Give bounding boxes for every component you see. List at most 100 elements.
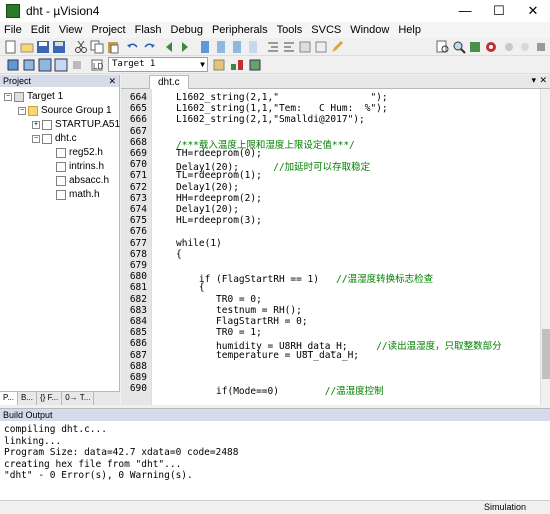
debug-session-icon[interactable] [484, 40, 498, 54]
code-line[interactable]: if (FlagStartRH == 1) //温湿度转换标志检查 [176, 271, 433, 285]
tree-target[interactable]: − Target 1 [4, 91, 63, 102]
tab-templates[interactable]: 0→ T... [62, 392, 95, 405]
code-line[interactable]: if(Mode==0) //温湿度控制 [176, 383, 384, 397]
batch-build-icon[interactable] [54, 58, 68, 72]
comment-icon[interactable] [298, 40, 312, 54]
vertical-scrollbar[interactable] [540, 89, 550, 405]
menu-help[interactable]: Help [398, 24, 421, 36]
tree-file-startup[interactable]: + STARTUP.A51 [32, 119, 120, 130]
code-line[interactable]: TL=rdeeprom(1); [176, 170, 262, 181]
close-tab-icon[interactable]: ✕ [539, 75, 547, 86]
translate-icon[interactable] [6, 58, 20, 72]
scrollbar-thumb[interactable] [542, 329, 550, 379]
pin-icon[interactable]: ✕ [108, 75, 116, 87]
redo-icon[interactable] [142, 40, 156, 54]
find-in-files-icon[interactable] [436, 40, 450, 54]
tab-project[interactable]: P... [0, 392, 18, 405]
menu-flash[interactable]: Flash [135, 24, 162, 36]
title-bar: dht - µVision4 — ☐ ✕ [0, 0, 550, 22]
code-line[interactable]: HL=rdeeprom(3); [176, 215, 262, 226]
menu-peripherals[interactable]: Peripherals [212, 24, 268, 36]
save-all-icon[interactable] [52, 40, 66, 54]
undo-icon[interactable] [126, 40, 140, 54]
collapse-icon[interactable]: − [18, 106, 26, 115]
tree-header-absacc[interactable]: absacc.h [56, 175, 109, 186]
save-icon[interactable] [36, 40, 50, 54]
copy-icon[interactable] [90, 40, 104, 54]
build-icon[interactable] [22, 58, 36, 72]
menu-svcs[interactable]: SVCS [311, 24, 341, 36]
code-line[interactable]: Delay1(20); [176, 204, 239, 215]
tree-header-intrins[interactable]: intrins.h [56, 161, 104, 172]
line-number: 690 [129, 383, 147, 395]
tree-label: reg52.h [69, 147, 103, 158]
file-icon [56, 189, 66, 200]
menu-tools[interactable]: Tools [277, 24, 303, 36]
uncomment-icon[interactable] [314, 40, 328, 54]
open-file-icon[interactable] [20, 40, 34, 54]
code-line[interactable]: FlagStartRH = 0; [176, 316, 308, 327]
code-line[interactable]: Delay1(20); [176, 182, 239, 193]
select-packs-icon[interactable] [248, 58, 262, 72]
tab-functions[interactable]: {} F... [37, 392, 63, 405]
collapse-icon[interactable]: − [32, 134, 40, 143]
manage-project-icon[interactable] [230, 58, 244, 72]
incremental-find-icon[interactable] [468, 40, 482, 54]
rebuild-icon[interactable] [38, 58, 52, 72]
file-icon [42, 119, 52, 130]
nav-forward-icon[interactable] [178, 40, 192, 54]
expand-icon[interactable]: + [32, 120, 40, 129]
collapse-icon[interactable]: − [4, 92, 12, 101]
tab-dht-c[interactable]: dht.c [149, 75, 189, 89]
tab-books[interactable]: B... [18, 392, 37, 405]
bookmark-next-icon[interactable] [230, 40, 244, 54]
menu-project[interactable]: Project [91, 24, 125, 36]
code-line[interactable]: TR0 = 1; [176, 327, 262, 338]
breakpoint-icon[interactable] [502, 40, 516, 54]
menu-window[interactable]: Window [350, 24, 389, 36]
bookmark-icon[interactable] [198, 40, 212, 54]
paste-icon[interactable] [106, 40, 120, 54]
bookmark-clear-icon[interactable] [246, 40, 260, 54]
new-file-icon[interactable] [4, 40, 18, 54]
tree-group[interactable]: − Source Group 1 [18, 105, 112, 116]
target-select[interactable]: Target 1 ▼ [108, 57, 208, 72]
code-line[interactable]: L1602_string(2,1," "); [176, 92, 388, 103]
line-number: 672 [129, 181, 147, 193]
maximize-button[interactable]: ☐ [482, 0, 516, 22]
indent-icon[interactable] [266, 40, 280, 54]
target-options-icon[interactable] [212, 58, 226, 72]
bookmark-prev-icon[interactable] [214, 40, 228, 54]
menu-file[interactable]: File [4, 24, 22, 36]
menu-debug[interactable]: Debug [171, 24, 203, 36]
tree-label: math.h [69, 189, 100, 200]
find-icon[interactable] [452, 40, 466, 54]
edit-file-icon[interactable] [330, 40, 344, 54]
code-line[interactable]: TR0 = 0; [176, 294, 262, 305]
tree-file-dht[interactable]: − dht.c [32, 133, 77, 144]
unindent-icon[interactable] [282, 40, 296, 54]
code-line[interactable]: TH=rdeeprom(0); [176, 148, 262, 159]
download-icon[interactable]: LD [90, 58, 104, 72]
code-line[interactable]: { [176, 249, 182, 260]
breakpoint-disable-icon[interactable] [518, 40, 532, 54]
tab-list-icon[interactable]: ▾ [531, 75, 536, 86]
close-button[interactable]: ✕ [516, 0, 550, 22]
stop-build-icon[interactable] [70, 58, 84, 72]
menu-edit[interactable]: Edit [31, 24, 50, 36]
configure-icon[interactable] [534, 40, 548, 54]
menu-view[interactable]: View [59, 24, 83, 36]
cut-icon[interactable] [74, 40, 88, 54]
code-line[interactable]: temperature = U8T_data_H; [176, 350, 359, 361]
code-line[interactable]: while(1) [176, 238, 222, 249]
code-line[interactable]: L1602_string(1,1,"Tem: C Hum: %"); [176, 103, 388, 114]
code-line[interactable]: L1602_string(2,1,"Smalldi@2017"); [176, 114, 365, 125]
code-line[interactable]: { [176, 282, 205, 293]
nav-back-icon[interactable] [162, 40, 176, 54]
line-number: 673 [129, 192, 147, 204]
tree-header-math[interactable]: math.h [56, 189, 100, 200]
code-line[interactable]: HH=rdeeprom(2); [176, 193, 262, 204]
minimize-button[interactable]: — [448, 0, 482, 22]
tree-header-reg52[interactable]: reg52.h [56, 147, 103, 158]
code-line[interactable]: testnum = RH(); [176, 305, 302, 316]
